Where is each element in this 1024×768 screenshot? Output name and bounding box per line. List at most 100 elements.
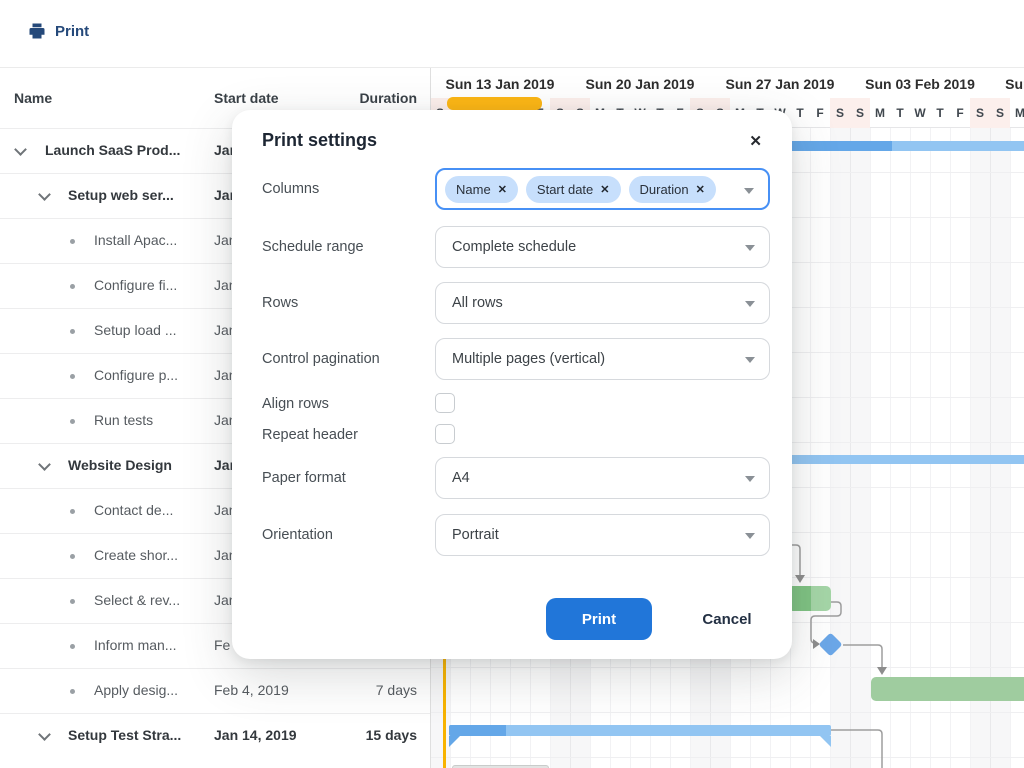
column-header-start-date[interactable]: Start date [214, 90, 279, 106]
chip-remove-icon[interactable]: ✕ [498, 183, 507, 196]
task-start-date: Jan 14, 2019 [214, 727, 297, 743]
column-chips: Name✕Start date✕Duration✕ [445, 176, 716, 203]
expand-collapse-chevron-icon[interactable] [14, 143, 27, 156]
orientation-value: Portrait [452, 527, 499, 543]
orientation-label: Orientation [262, 527, 333, 543]
task-row[interactable]: Setup Test Stra... Jan 14, 2019 15 days [0, 713, 430, 758]
rows-label: Rows [262, 295, 298, 311]
paper-format-value: A4 [452, 470, 470, 486]
paper-format-select[interactable]: A4 [435, 457, 770, 499]
day-header-cell: S [850, 98, 870, 128]
dialog-title: Print settings [262, 130, 377, 151]
task-name: Setup Test Stra... [68, 727, 181, 743]
expand-collapse-chevron-icon[interactable] [38, 728, 51, 741]
leaf-bullet-icon [70, 419, 75, 424]
print-button[interactable]: Print [28, 22, 89, 40]
column-header-name[interactable]: Name [14, 90, 52, 106]
leaf-bullet-icon [70, 509, 75, 514]
chevron-down-icon [745, 245, 755, 251]
expand-collapse-chevron-icon[interactable] [38, 188, 51, 201]
leaf-bullet-icon [70, 329, 75, 334]
column-chip: Duration ✕ [629, 176, 716, 203]
schedule-range-label: Schedule range [262, 239, 364, 255]
paper-format-label: Paper format [262, 470, 346, 486]
top-toolbar: Print [0, 0, 1024, 68]
task-name: Create shor... [94, 547, 178, 563]
day-header-cell: F [950, 98, 970, 128]
cancel-button[interactable]: Cancel [684, 598, 770, 640]
chevron-down-icon [745, 533, 755, 539]
day-header-cell: F [810, 98, 830, 128]
repeat-header-checkbox[interactable] [435, 424, 455, 444]
orientation-select[interactable]: Portrait [435, 514, 770, 556]
close-icon[interactable]: ✕ [749, 132, 762, 150]
printer-icon [28, 22, 46, 40]
leaf-bullet-icon [70, 284, 75, 289]
task-name: Setup web ser... [68, 187, 174, 203]
control-pagination-value: Multiple pages (vertical) [452, 351, 605, 367]
task-name: Configure p... [94, 367, 178, 383]
week-header-cell: Sun 03 Feb 2019 [850, 68, 990, 98]
task-bar-apply-design[interactable] [871, 677, 1024, 701]
header-highlight-bar [447, 97, 542, 110]
columns-multiselect[interactable]: Name✕Start date✕Duration✕ [435, 168, 770, 210]
task-row[interactable]: Apply desig... Feb 4, 2019 7 days [0, 668, 430, 713]
day-header-cell: T [790, 98, 810, 128]
task-name: Run tests [94, 412, 153, 428]
task-duration: 15 days [366, 727, 417, 743]
chip-remove-icon[interactable]: ✕ [696, 183, 705, 196]
task-name: Launch SaaS Prod... [45, 142, 180, 158]
task-duration: 7 days [376, 682, 417, 698]
print-confirm-button[interactable]: Print [546, 598, 652, 640]
task-start-date: Fe [214, 637, 230, 653]
column-chip: Name ✕ [445, 176, 518, 203]
day-header-cell: M [870, 98, 890, 128]
day-header-cell: T [930, 98, 950, 128]
task-name: Website Design [68, 457, 172, 473]
task-start-date: Feb 4, 2019 [214, 682, 289, 698]
task-bar-setup-test-strategy[interactable] [449, 725, 831, 736]
rows-value: All rows [452, 295, 503, 311]
print-button-label: Print [55, 23, 89, 40]
align-rows-label: Align rows [262, 396, 329, 412]
parent-bar-left-tail [449, 736, 460, 747]
leaf-bullet-icon [70, 554, 75, 559]
leaf-bullet-icon [70, 239, 75, 244]
rows-select[interactable]: All rows [435, 282, 770, 324]
expand-collapse-chevron-icon[interactable] [38, 458, 51, 471]
parent-bar-right-tail [820, 736, 831, 747]
leaf-bullet-icon [70, 644, 75, 649]
chevron-down-icon [745, 476, 755, 482]
leaf-bullet-icon [70, 599, 75, 604]
schedule-range-value: Complete schedule [452, 239, 576, 255]
leaf-bullet-icon [70, 689, 75, 694]
leaf-bullet-icon [70, 374, 75, 379]
week-header-cell: Sun 27 Jan 2019 [710, 68, 850, 98]
control-pagination-select[interactable]: Multiple pages (vertical) [435, 338, 770, 380]
task-name: Apply desig... [94, 682, 178, 698]
repeat-header-label: Repeat header [262, 427, 358, 443]
day-header-cell: S [990, 98, 1010, 128]
print-settings-dialog: Print settings ✕ Columns Name✕Start date… [232, 110, 792, 659]
column-chip: Start date✕ [526, 176, 621, 203]
day-header-cell: M [1010, 98, 1024, 128]
chip-remove-icon[interactable]: ✕ [600, 183, 609, 196]
schedule-range-select[interactable]: Complete schedule [435, 226, 770, 268]
control-pagination-label: Control pagination [262, 351, 380, 367]
week-header-cell: Sun 10 Feb 2019 [990, 68, 1024, 98]
week-header-cell: Sun 20 Jan 2019 [570, 68, 710, 98]
task-name: Install Apac... [94, 232, 177, 248]
day-header-cell: S [830, 98, 850, 128]
chip-label: Duration [640, 182, 689, 197]
columns-label: Columns [262, 181, 319, 197]
week-header-cell: Sun 13 Jan 2019 [431, 68, 570, 98]
chevron-down-icon [745, 357, 755, 363]
day-header-cell: T [890, 98, 910, 128]
chip-label: Name [456, 182, 491, 197]
task-name: Contact de... [94, 502, 173, 518]
chevron-down-icon[interactable] [744, 188, 754, 194]
align-rows-checkbox[interactable] [435, 393, 455, 413]
chevron-down-icon [745, 301, 755, 307]
task-name: Select & rev... [94, 592, 180, 608]
column-header-duration[interactable]: Duration [359, 90, 417, 106]
